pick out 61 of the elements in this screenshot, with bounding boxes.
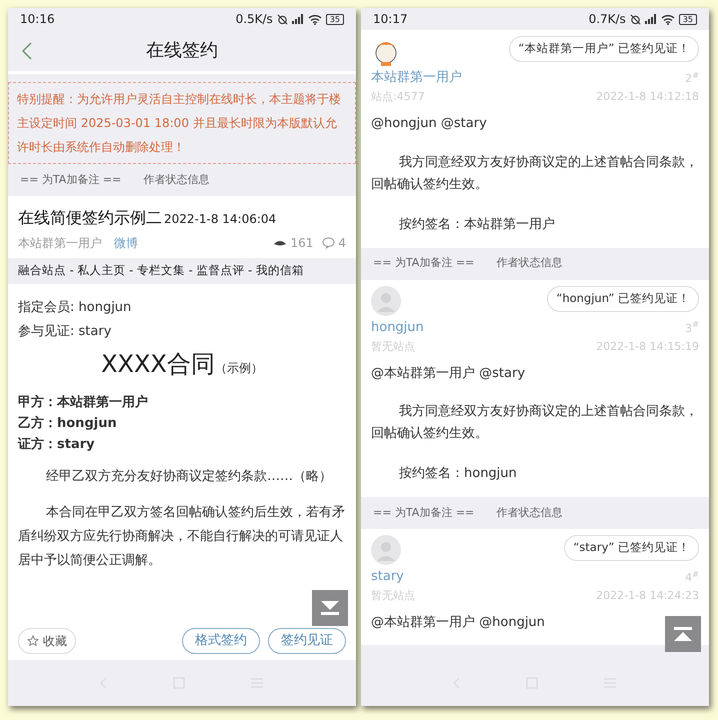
contract-title: XXXX合同 xyxy=(101,349,215,380)
add-note-link[interactable]: == 为TA加备注 == xyxy=(373,504,474,522)
scroll-to-bottom-button[interactable] xyxy=(312,590,348,626)
battery-indicator: 35 xyxy=(326,14,344,24)
comment-icon xyxy=(322,237,336,249)
sign-button[interactable]: 签约见证 xyxy=(268,628,346,654)
witness: 参与见证: stary xyxy=(18,323,112,341)
mention-line: @本站群第一用户 @stary xyxy=(371,364,526,382)
notice-box: 特别提醒：为允许用户灵活自主控制在线时长，本主题将于楼主设定时间 2025-03-01 18:00 并且最长时限为本版默认允许时长由系统作自动删除处理！ xyxy=(8,82,356,164)
author-name[interactable]: 本站群第一用户 xyxy=(18,234,102,252)
comment-count: 4 xyxy=(338,235,346,252)
mention-line: @本站群第一用户 @hongjun xyxy=(371,614,546,632)
back-icon[interactable] xyxy=(22,42,32,60)
reply-paragraph: 我方同意经双方友好协商议定的上述首帖合同条款，回帖确认签约生效。 xyxy=(371,403,699,443)
witness-badge: “本站群第一用户” 已签约见证！ xyxy=(509,36,699,62)
weibo-link[interactable]: 微博 xyxy=(114,234,138,252)
alarm-off-icon xyxy=(630,14,641,24)
alarm-off-icon xyxy=(276,14,288,24)
party-line: 甲方：本站群第一用户 xyxy=(18,394,149,412)
post-title: 在线简便签约示例二 xyxy=(18,207,162,229)
arrow-up-icon xyxy=(672,625,694,643)
post-date: 2022-1-8 14:06:04 xyxy=(164,211,276,228)
view-count: 161 xyxy=(290,235,314,252)
status-time: 10:17 xyxy=(373,11,408,28)
star-icon xyxy=(27,635,39,647)
signal-icon xyxy=(644,14,657,24)
reply-paragraph: 按约签名：本站群第一用户 xyxy=(398,216,556,234)
user-name[interactable]: 本站群第一用户 xyxy=(371,68,462,88)
party-line: 证方：stary xyxy=(18,436,96,454)
author-status-link[interactable]: 作者状态信息 xyxy=(496,255,562,272)
reply-paragraph: 按约签名：hongjun xyxy=(398,465,518,483)
signal-icon xyxy=(292,14,304,24)
battery-indicator: 35 xyxy=(678,14,697,24)
user-name[interactable]: hongjun xyxy=(371,318,424,338)
favorite-button[interactable]: 收藏 xyxy=(18,628,76,654)
author-status-link[interactable]: 作者状态信息 xyxy=(143,172,210,188)
mention-line: @hongjun @stary xyxy=(371,115,488,133)
reply-paragraph: 我方同意经双方友好协商议定的上述首帖合同条款，回帖确认签约生效。 xyxy=(371,154,699,194)
author-status-link[interactable]: 作者状态信息 xyxy=(496,504,562,522)
network-speed: 0.5K/s xyxy=(236,11,273,28)
contract-note: （示例） xyxy=(214,360,263,377)
user-name[interactable]: stary xyxy=(371,567,415,587)
arrow-down-icon xyxy=(319,599,341,617)
eye-icon xyxy=(273,239,288,247)
sign-button[interactable]: 格式签约 xyxy=(182,628,260,654)
avatar xyxy=(371,286,401,316)
contract-paragraph: 经甲乙双方充分友好协商议定签约条款……（略） xyxy=(45,468,333,486)
wifi-icon xyxy=(660,14,675,24)
designated-member: 指定会员: hongjun xyxy=(18,299,132,317)
witness-badge: “hongjun” 已签约见证！ xyxy=(547,286,699,312)
contract-paragraph: 本合同在甲乙双方签名回帖确认签约后生效，若有矛盾纠纷双方应先行协商解决，不能自行解决的可请见证人居中予以简便公正调解。 xyxy=(18,504,346,570)
add-note-link[interactable]: == 为TA加备注 == xyxy=(373,255,474,272)
avatar xyxy=(371,535,401,565)
wifi-icon xyxy=(308,14,322,24)
network-speed: 0.7K/s xyxy=(588,11,626,28)
page-title: 在线签约 xyxy=(146,39,218,63)
witness-badge: “stary” 已签约见证！ xyxy=(564,535,699,561)
status-time: 10:16 xyxy=(20,11,55,28)
scroll-to-top-button[interactable] xyxy=(665,616,701,652)
add-note-link[interactable]: == 为TA加备注 == xyxy=(20,172,122,188)
party-line: 乙方：hongjun xyxy=(18,414,118,433)
